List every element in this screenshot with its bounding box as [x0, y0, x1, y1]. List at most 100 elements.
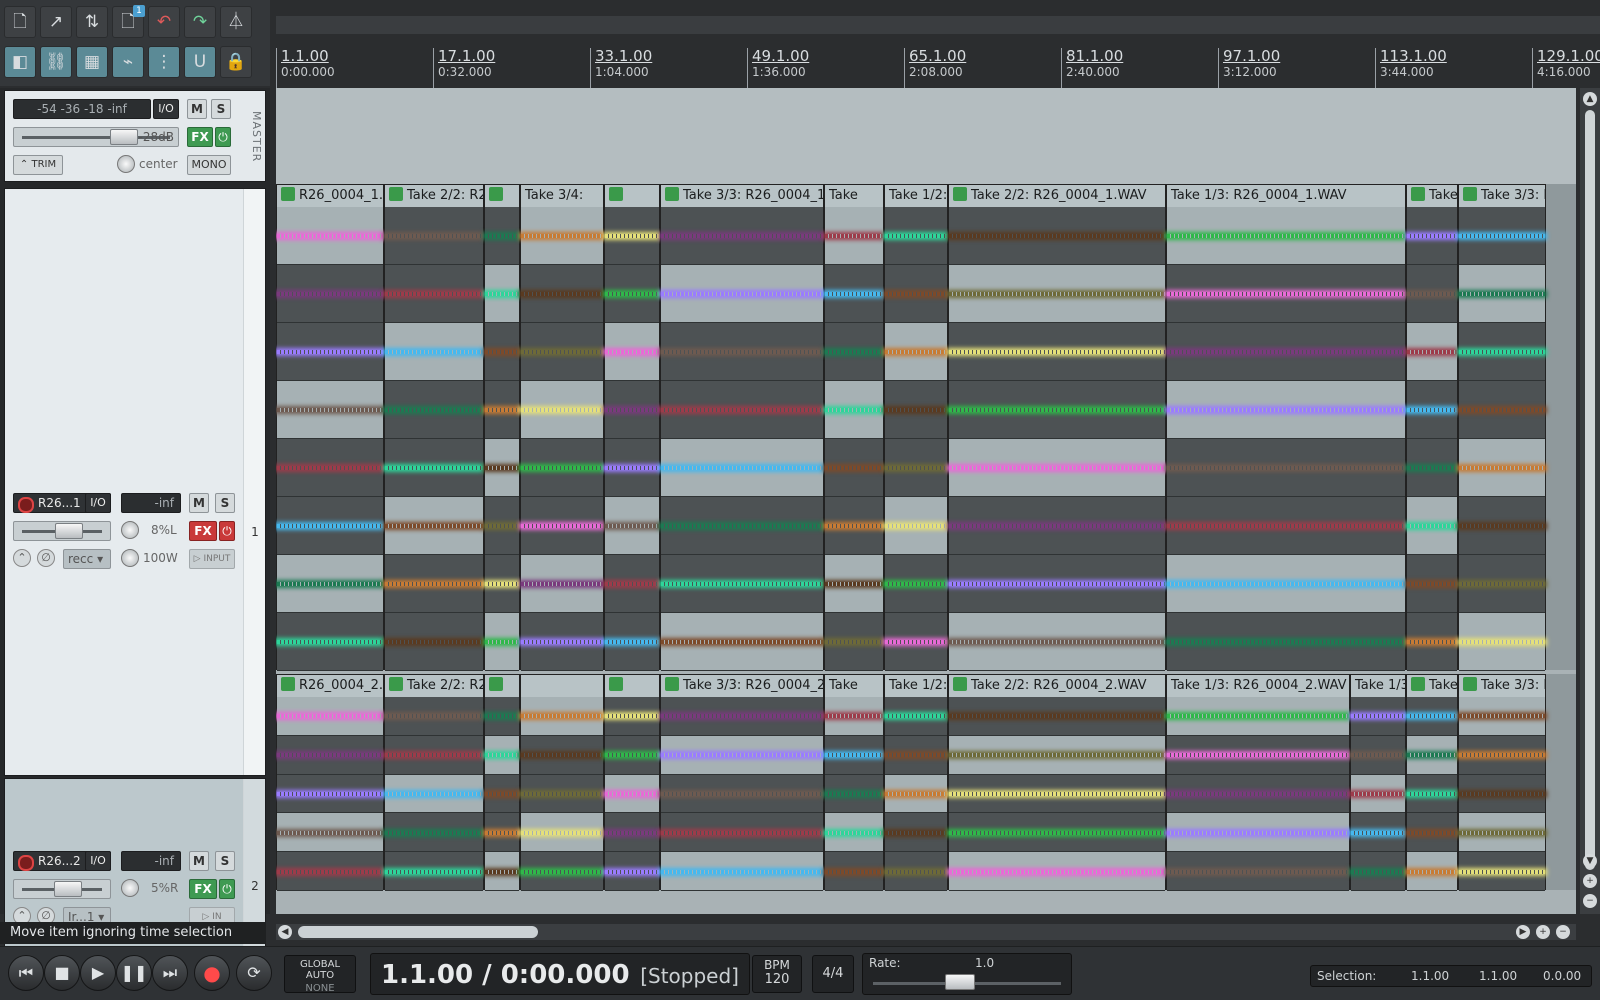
scroll-up-icon[interactable]: ▲: [1583, 92, 1597, 106]
take-lane[interactable]: [277, 697, 383, 736]
media-item-header[interactable]: Take: [1407, 185, 1457, 207]
take-lane[interactable]: [1167, 735, 1349, 775]
waveform-area[interactable]: [1407, 697, 1457, 891]
ruler-mark[interactable]: 129.1.00 4:16.000: [1532, 48, 1600, 88]
take-lane[interactable]: [949, 697, 1165, 736]
take-lane[interactable]: [605, 265, 659, 323]
take-lane[interactable]: [521, 497, 603, 555]
take-lane[interactable]: [949, 613, 1165, 671]
take-lane[interactable]: [605, 697, 659, 736]
waveform-area[interactable]: [661, 697, 823, 891]
take-lane[interactable]: [949, 735, 1165, 775]
metronome-icon[interactable]: ⏃: [220, 6, 252, 38]
waveform-area[interactable]: [949, 697, 1165, 891]
media-item[interactable]: Take: [824, 674, 884, 891]
media-item-header[interactable]: Take 2/2: R26_0004_1.WAV: [949, 185, 1165, 207]
waveform-area[interactable]: [1407, 207, 1457, 671]
media-item[interactable]: [604, 674, 660, 891]
take-lane[interactable]: [485, 613, 519, 671]
take-lane[interactable]: [605, 439, 659, 497]
selection-display[interactable]: Selection: 1.1.00 1.1.00 0.0.00: [1310, 965, 1592, 987]
waveform-area[interactable]: [485, 207, 519, 671]
track-1-mute-button[interactable]: M: [189, 493, 209, 513]
take-icon[interactable]: [953, 677, 967, 691]
take-lane[interactable]: [825, 439, 883, 497]
take-lane[interactable]: [485, 207, 519, 265]
media-item-header[interactable]: Take: [825, 675, 883, 697]
time-signature[interactable]: 4/4: [812, 955, 854, 993]
take-lane[interactable]: [605, 613, 659, 671]
take-lane[interactable]: [385, 323, 483, 381]
take-lane[interactable]: [661, 323, 823, 381]
take-lane[interactable]: [605, 735, 659, 775]
take-lane[interactable]: [1459, 497, 1545, 555]
media-item-header[interactable]: Take 3/4:: [521, 185, 603, 207]
take-icon[interactable]: [609, 187, 623, 201]
take-lane[interactable]: [661, 852, 823, 891]
take-lane[interactable]: [1459, 265, 1545, 323]
take-lane[interactable]: [825, 497, 883, 555]
track-1-fx-button[interactable]: FX: [189, 521, 217, 541]
take-lane[interactable]: [385, 439, 483, 497]
take-lane[interactable]: [1407, 813, 1457, 853]
take-lane[interactable]: [385, 852, 483, 891]
take-lane[interactable]: [885, 497, 947, 555]
take-lane[interactable]: [1351, 697, 1405, 736]
media-item[interactable]: R26_0004_2.WAV: [276, 674, 384, 891]
take-lane[interactable]: [825, 323, 883, 381]
media-item[interactable]: Take 1/2:: [884, 184, 948, 671]
track-2-io-button[interactable]: I/O: [85, 851, 111, 871]
media-item[interactable]: Take: [1406, 184, 1458, 671]
waveform-area[interactable]: [1351, 697, 1405, 891]
take-lane[interactable]: [885, 323, 947, 381]
go-to-start-icon[interactable]: ⏮: [8, 955, 44, 991]
take-lane[interactable]: [885, 613, 947, 671]
media-item[interactable]: Take 1/3: R26_0004_1.WAV: [1166, 184, 1406, 671]
take-lane[interactable]: [1167, 852, 1349, 891]
media-item[interactable]: Take 1/3: [1350, 674, 1406, 891]
track-2-pan-knob[interactable]: [121, 879, 139, 897]
take-icon[interactable]: [1463, 187, 1477, 201]
take-lane[interactable]: [661, 439, 823, 497]
take-lane[interactable]: [385, 265, 483, 323]
take-lane[interactable]: [485, 813, 519, 853]
take-lane[interactable]: [1167, 497, 1405, 555]
media-item[interactable]: [604, 184, 660, 671]
master-io-button[interactable]: I/O: [153, 99, 179, 119]
take-lane[interactable]: [605, 852, 659, 891]
scroll-left-icon[interactable]: ◀: [278, 925, 292, 939]
media-item-header[interactable]: Take 3/3: R26_0004_1.WAV: [661, 185, 823, 207]
take-lane[interactable]: [521, 697, 603, 736]
take-lane[interactable]: [605, 774, 659, 814]
waveform-area[interactable]: [661, 207, 823, 671]
take-lane[interactable]: [277, 497, 383, 555]
take-lane[interactable]: [277, 381, 383, 439]
take-lane[interactable]: [1167, 439, 1405, 497]
take-lane[interactable]: [1407, 735, 1457, 775]
take-lane[interactable]: [1167, 697, 1349, 736]
take-lane[interactable]: [949, 813, 1165, 853]
take-lane[interactable]: [385, 555, 483, 613]
take-lane[interactable]: [1407, 497, 1457, 555]
track-2-fx-bypass-icon[interactable]: ⏻: [219, 879, 235, 899]
media-item[interactable]: Take: [1406, 674, 1458, 891]
waveform-area[interactable]: [825, 697, 883, 891]
take-lane[interactable]: [949, 439, 1165, 497]
take-lane[interactable]: [277, 613, 383, 671]
take-lane[interactable]: [485, 439, 519, 497]
media-item-header[interactable]: [521, 675, 603, 697]
ruler-mark[interactable]: 65.1.00 2:08.000: [904, 48, 966, 88]
zoom-in-vertical-icon[interactable]: +: [1583, 874, 1597, 888]
waveform-area[interactable]: [385, 697, 483, 891]
master-fx-button[interactable]: FX: [187, 127, 213, 147]
take-icon[interactable]: [489, 677, 503, 691]
take-lane[interactable]: [385, 381, 483, 439]
take-lane[interactable]: [1459, 852, 1545, 891]
track-2-fx-button[interactable]: FX: [189, 879, 217, 899]
repeat-icon[interactable]: ⟳: [236, 955, 272, 991]
waveform-area[interactable]: [385, 207, 483, 671]
take-lane[interactable]: [825, 735, 883, 775]
save-project-icon[interactable]: ⇅: [76, 6, 108, 38]
take-lane[interactable]: [1459, 323, 1545, 381]
take-lane[interactable]: [521, 323, 603, 381]
